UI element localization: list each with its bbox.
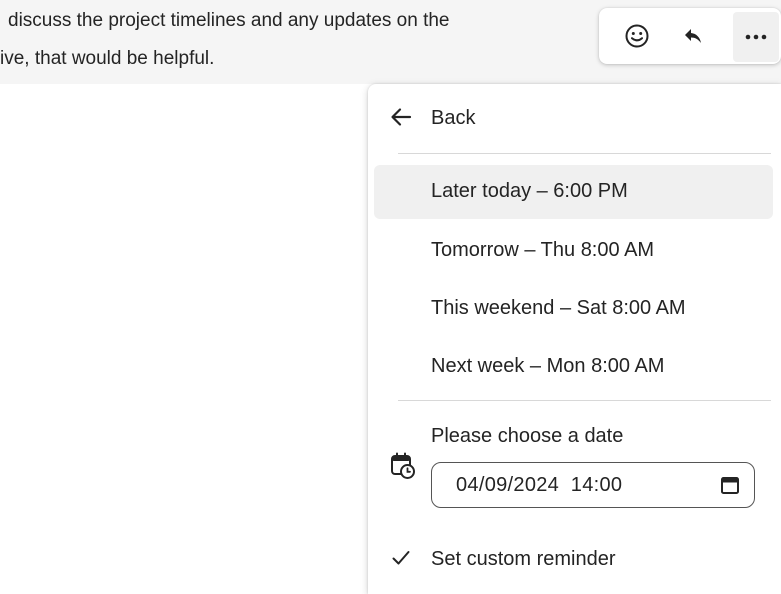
option-label: Next week – Mon 8:00 AM (431, 355, 665, 377)
option-later-today[interactable]: Later today – 6:00 PM (374, 165, 773, 219)
date-time-value: 04/09/2024 14:00 (456, 474, 623, 496)
more-ellipsis-icon (745, 34, 767, 40)
back-arrow-icon (391, 108, 412, 126)
set-custom-reminder-label: Set custom reminder (431, 548, 616, 570)
calendar-clock-icon (391, 452, 415, 479)
back-label: Back (431, 107, 476, 129)
message-actions-toolbar (599, 8, 781, 64)
option-next-week[interactable]: Next week – Mon 8:00 AM (374, 340, 773, 394)
message-text-line-1: discuss the project timelines and any up… (8, 10, 450, 31)
smiley-icon (625, 24, 649, 48)
option-tomorrow[interactable]: Tomorrow – Thu 8:00 AM (374, 224, 773, 278)
calendar-picker-icon[interactable] (720, 475, 740, 495)
option-label: Tomorrow – Thu 8:00 AM (431, 239, 655, 261)
reply-button[interactable] (676, 18, 712, 54)
remind-me-menu: Back Later today – 6:00 PM Tomorrow – Th… (368, 84, 781, 594)
set-custom-reminder-button[interactable]: Set custom reminder (368, 536, 781, 582)
message-text-line-2: ive, that would be helpful. (0, 48, 215, 69)
add-reaction-button[interactable] (619, 18, 655, 54)
reply-arrow-icon (685, 29, 701, 43)
checkmark-icon (392, 551, 410, 565)
option-label: Later today – 6:00 PM (431, 180, 628, 202)
menu-divider (398, 400, 771, 401)
option-label: This weekend – Sat 8:00 AM (431, 297, 686, 319)
page: discuss the project timelines and any up… (0, 0, 781, 594)
date-time-input[interactable]: 04/09/2024 14:00 (431, 462, 755, 508)
choose-date-label: Please choose a date (431, 425, 624, 447)
more-options-button[interactable] (733, 12, 779, 62)
back-button[interactable]: Back (368, 98, 781, 138)
menu-divider (398, 153, 771, 154)
option-this-weekend[interactable]: This weekend – Sat 8:00 AM (374, 282, 773, 336)
